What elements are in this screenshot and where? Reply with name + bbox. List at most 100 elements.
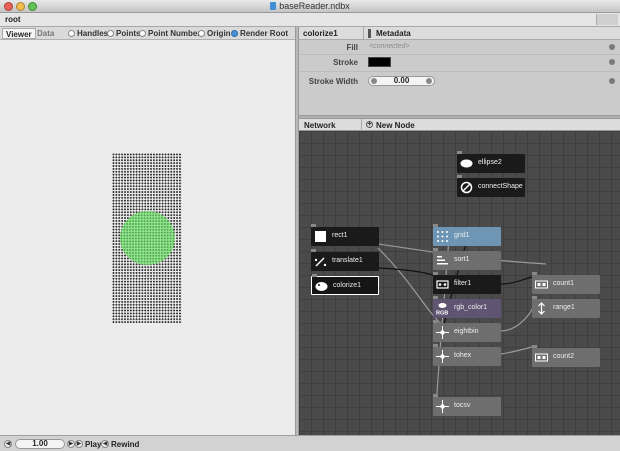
stroke-width-field[interactable]: 0.00: [368, 76, 435, 86]
rewind-icon[interactable]: ◀: [101, 440, 109, 448]
node-count1[interactable]: count1: [532, 272, 600, 294]
node-ellipse2[interactable]: ellipse2: [457, 151, 525, 173]
node-tocsv[interactable]: tocsv: [433, 394, 501, 416]
viewer-pane: Viewer Data Handles Points Point Numbers…: [0, 27, 295, 435]
input-port[interactable]: [433, 272, 438, 275]
input-port[interactable]: [532, 345, 537, 348]
node-label: count2: [553, 353, 575, 360]
colorize-icon: [315, 282, 328, 291]
node-rect1[interactable]: rect1: [311, 224, 379, 246]
handles-toggle[interactable]: Handles: [68, 29, 108, 39]
frame-increment-icon[interactable]: ▶: [67, 440, 75, 448]
address-bar-end-button[interactable]: [596, 14, 618, 25]
node-label: count1: [553, 280, 575, 287]
wire-eightbin-to-range1: [500, 302, 536, 332]
input-port[interactable]: [433, 296, 438, 299]
node-grid1[interactable]: grid1: [433, 224, 501, 246]
node-label: eightbin: [454, 328, 479, 335]
metadata-button[interactable]: Metadata: [376, 29, 411, 38]
node-tohex[interactable]: tohex: [433, 344, 501, 366]
input-port[interactable]: [312, 274, 317, 277]
ellipse-icon: [460, 159, 473, 168]
render-root-toggle[interactable]: Render Root: [231, 29, 288, 39]
node-eightbin[interactable]: eightbin: [433, 320, 501, 342]
stroke-width-value[interactable]: 0.00: [369, 77, 434, 85]
row-divider: [299, 54, 620, 55]
rect-icon: [315, 231, 326, 242]
stroke-menu-icon[interactable]: [609, 59, 615, 65]
metadata-icon: [368, 29, 371, 38]
fill-label: Fill: [346, 43, 358, 52]
wire-filter-to-count1: [500, 276, 533, 285]
tab-viewer[interactable]: Viewer: [2, 28, 36, 39]
rewind-button[interactable]: Rewind: [111, 440, 139, 449]
node-translate1[interactable]: translate1: [311, 249, 379, 271]
input-port[interactable]: [433, 224, 438, 227]
node-label: sort1: [454, 256, 470, 263]
stroke-label: Stroke: [333, 58, 358, 67]
input-port[interactable]: [457, 175, 462, 178]
frame-decrement-icon[interactable]: ◀: [4, 440, 12, 448]
input-port[interactable]: [433, 248, 438, 251]
point-numbers-label: Point Numbers: [148, 29, 205, 38]
count-icon: [535, 353, 548, 362]
fill-menu-icon[interactable]: [609, 44, 615, 50]
node-label: colorize1: [333, 282, 362, 289]
node-connectshape[interactable]: connectShape: [457, 175, 525, 197]
increment-icon[interactable]: [426, 78, 432, 84]
playback-bar: ◀ 1.00 ▶ ▶ Play ◀ Rewind: [0, 435, 620, 451]
input-port[interactable]: [433, 320, 438, 323]
node-rgb-color1[interactable]: RGB rgb_color1: [433, 296, 501, 318]
tab-data[interactable]: Data: [34, 28, 57, 39]
node-label: rgb_color1: [454, 304, 488, 311]
node-sort1[interactable]: sort1: [433, 248, 501, 270]
title-bar: baseReader.ndbx: [0, 0, 620, 13]
points-checkbox[interactable]: [107, 30, 114, 37]
node-filter1[interactable]: filter1: [433, 272, 501, 294]
stroke-width-menu-icon[interactable]: [609, 78, 615, 84]
node-colorize1[interactable]: colorize1: [311, 274, 379, 295]
address-root-link[interactable]: root: [5, 15, 21, 24]
colorized-ellipse-shape: [120, 211, 175, 265]
render-root-checkbox[interactable]: [231, 30, 238, 37]
node-range1[interactable]: range1: [532, 296, 600, 318]
no-connect-icon: [460, 181, 473, 194]
handles-checkbox[interactable]: [68, 30, 75, 37]
node-label: rect1: [332, 232, 348, 239]
input-port[interactable]: [311, 249, 316, 252]
input-port[interactable]: [433, 394, 438, 397]
range-icon: [538, 302, 545, 315]
viewer-toolbar: Viewer Data Handles Points Point Numbers…: [0, 27, 295, 40]
node-label: filter1: [454, 280, 472, 287]
node-label: tohex: [454, 352, 472, 359]
stroke-color-swatch[interactable]: [368, 57, 391, 67]
play-icon[interactable]: ▶: [75, 440, 83, 448]
parameters-pane: colorize1 Metadata Fill <connected> Stro…: [299, 27, 620, 115]
point-icon: [436, 326, 449, 339]
origin-label: Origin: [207, 29, 231, 38]
input-port[interactable]: [532, 296, 537, 299]
play-button[interactable]: Play: [85, 440, 101, 449]
origin-checkbox[interactable]: [198, 30, 205, 37]
input-port[interactable]: [457, 151, 462, 154]
document-icon: [270, 2, 277, 10]
window-title-text: baseReader.ndbx: [279, 1, 350, 11]
point-numbers-checkbox[interactable]: [139, 30, 146, 37]
node-count2[interactable]: count2: [532, 345, 600, 367]
sort-icon: [437, 256, 448, 265]
points-label: Points: [116, 29, 141, 38]
input-port[interactable]: [311, 224, 316, 227]
handles-label: Handles: [77, 29, 109, 38]
input-port[interactable]: [433, 344, 438, 347]
filter-icon: [436, 280, 449, 289]
input-port[interactable]: [532, 272, 537, 275]
node-label: translate1: [332, 257, 363, 264]
node-label: range1: [553, 304, 575, 311]
point-icon: [436, 350, 449, 363]
point-numbers-toggle[interactable]: Point Numbers: [139, 29, 205, 39]
frame-field[interactable]: 1.00: [15, 439, 65, 449]
origin-toggle[interactable]: Origin: [198, 29, 231, 39]
stroke-width-label: Stroke Width: [308, 77, 358, 86]
points-toggle[interactable]: Points: [107, 29, 140, 39]
count-icon: [535, 280, 548, 289]
